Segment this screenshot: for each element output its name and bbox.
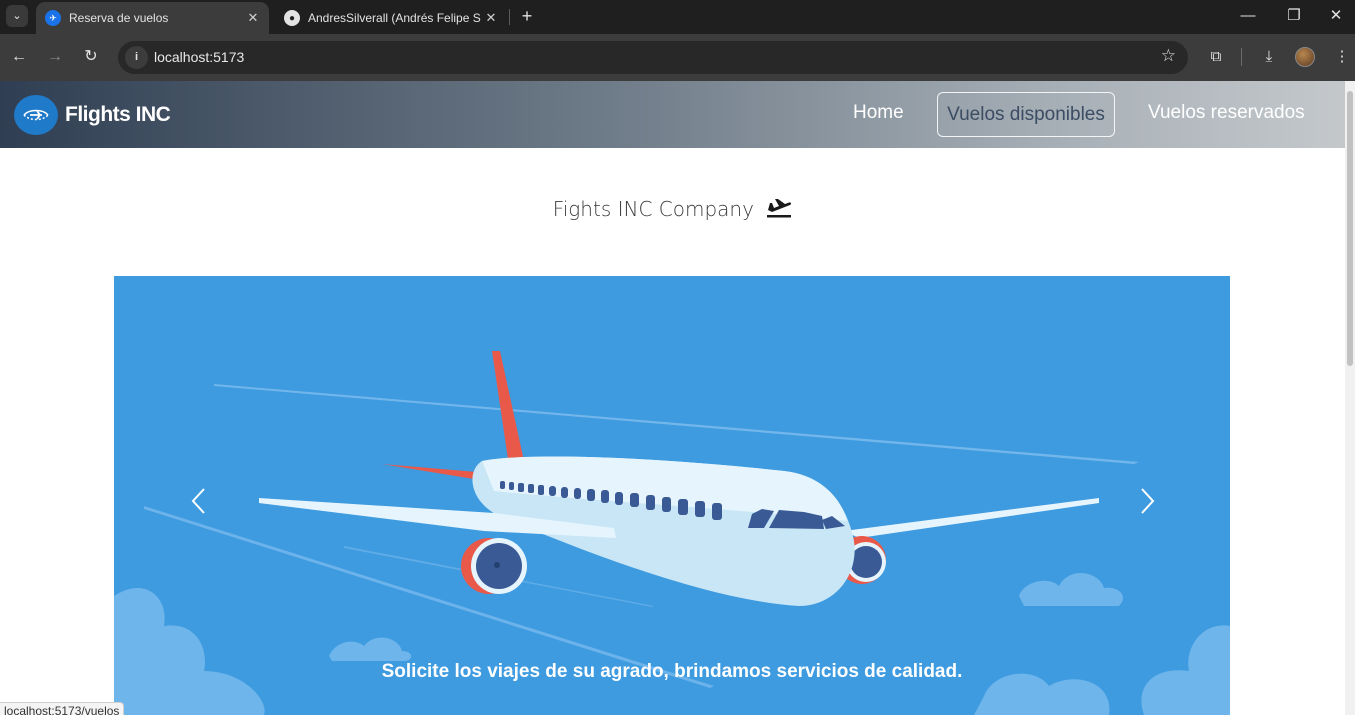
- close-window-button[interactable]: ✕: [1313, 0, 1355, 32]
- kebab-icon[interactable]: ⋮: [1331, 46, 1353, 68]
- site-info-icon[interactable]: i: [125, 46, 148, 69]
- nav-link-vuelos-disponibles[interactable]: Vuelos disponibles: [937, 92, 1115, 137]
- nav-link-vuelos-reservados[interactable]: Vuelos reservados: [1148, 102, 1305, 124]
- reload-button[interactable]: ↻: [78, 44, 104, 70]
- page-title-text: Fights INC Company: [552, 197, 754, 221]
- back-button[interactable]: ←: [6, 44, 32, 70]
- page-title: Fights INC Company: [0, 197, 1345, 223]
- site-navbar: Flights INC Home Vuelos disponibles Vuel…: [0, 81, 1345, 148]
- url-text[interactable]: localhost:5173: [154, 49, 244, 65]
- airplane-illustration: [114, 351, 1230, 715]
- browser-tab-bar: ⌄ ✈ Reserva de vuelos ✕ ● AndresSilveral…: [0, 0, 1355, 34]
- carousel-caption: Solicite los viajes de su agrado, brinda…: [381, 661, 963, 682]
- chevron-down-icon: ⌄: [12, 10, 22, 22]
- minimize-button[interactable]: —: [1225, 0, 1271, 32]
- browser-toolbar: ← → ↻ i localhost:5173 ☆ ⧉ ⤓ ⋮: [0, 34, 1355, 81]
- reload-icon: ↻: [84, 48, 98, 65]
- address-bar[interactable]: i localhost:5173 ☆: [118, 41, 1188, 74]
- brand-name: Flights INC: [65, 103, 171, 126]
- tab-reserva-de-vuelos[interactable]: ✈ Reserva de vuelos ✕: [36, 2, 269, 34]
- arrow-left-icon: ←: [11, 48, 27, 65]
- chevron-right-icon: [1141, 488, 1155, 514]
- profile-avatar[interactable]: [1295, 47, 1315, 67]
- brand-logo-icon: [14, 95, 58, 135]
- forward-button[interactable]: →: [42, 44, 68, 70]
- download-icon[interactable]: ⤓: [1258, 46, 1280, 68]
- status-bar-url: localhost:5173/vuelos: [0, 702, 125, 715]
- star-icon[interactable]: ☆: [1161, 46, 1176, 66]
- tab-list-button[interactable]: ⌄: [6, 5, 28, 27]
- carousel-prev-button[interactable]: [184, 486, 214, 516]
- site-favicon-icon: ✈: [45, 10, 61, 26]
- github-icon: ●: [284, 10, 300, 26]
- toolbar-separator: [1241, 48, 1242, 66]
- arrow-right-icon: →: [47, 48, 63, 65]
- restore-button[interactable]: ❐: [1271, 0, 1317, 32]
- page-viewport: Flights INC Home Vuelos disponibles Vuel…: [0, 81, 1345, 715]
- tab-close-icon[interactable]: ✕: [243, 10, 263, 26]
- page-scrollbar[interactable]: [1345, 81, 1355, 715]
- new-tab-button[interactable]: +: [516, 5, 538, 27]
- hero-carousel: Solicite los viajes de su agrado, brinda…: [114, 276, 1230, 715]
- nav-link-home[interactable]: Home: [853, 102, 904, 124]
- tab-separator: [509, 9, 510, 25]
- scroll-thumb[interactable]: [1347, 91, 1353, 366]
- puzzle-icon[interactable]: ⧉: [1205, 46, 1227, 68]
- brand[interactable]: Flights INC: [14, 95, 171, 135]
- plane-departure-icon: [766, 198, 792, 223]
- tab-close-icon[interactable]: ✕: [481, 10, 501, 26]
- tab-title: AndresSilverall (Andrés Felipe S: [308, 11, 481, 25]
- tab-github[interactable]: ● AndresSilverall (Andrés Felipe S ✕: [275, 2, 507, 34]
- tab-title: Reserva de vuelos: [69, 11, 169, 25]
- carousel-next-button[interactable]: [1132, 486, 1162, 516]
- chevron-left-icon: [191, 488, 205, 514]
